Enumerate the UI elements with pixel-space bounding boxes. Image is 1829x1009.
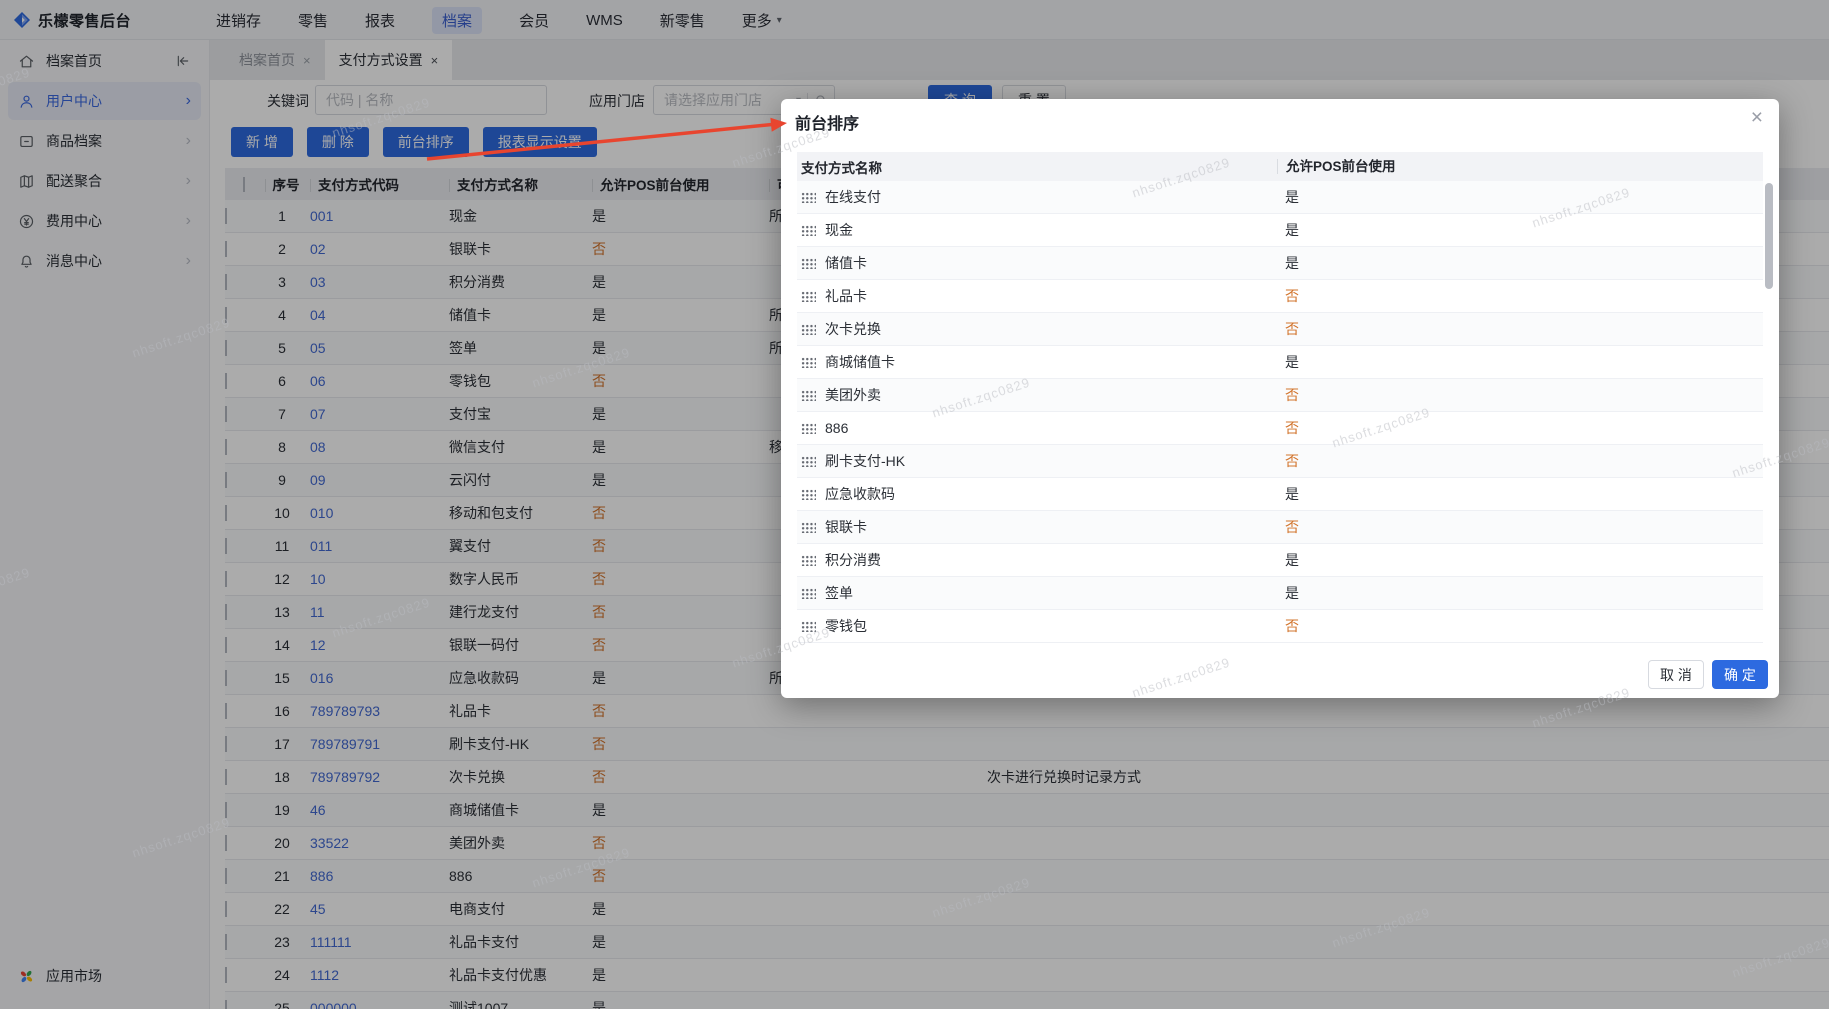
- sortable-row: 积分消费 是: [797, 544, 1763, 577]
- pos-allowed-value: 是: [1285, 222, 1299, 238]
- pos-allowed-value: 否: [1285, 387, 1299, 403]
- payment-name: 银联卡: [825, 519, 867, 535]
- payment-name: 886: [825, 420, 849, 436]
- confirm-button[interactable]: 确 定: [1712, 660, 1768, 689]
- sortable-row: 现金 是: [797, 214, 1763, 247]
- pos-allowed-value: 否: [1285, 453, 1299, 469]
- sortable-row: 886 否: [797, 412, 1763, 445]
- drag-handle-icon[interactable]: [801, 191, 816, 203]
- sortable-row: 银联卡 否: [797, 511, 1763, 544]
- modal-table-header: 支付方式名称 允许POS前台使用: [797, 152, 1763, 181]
- payment-name: 签单: [825, 585, 853, 601]
- payment-name: 次卡兑换: [825, 321, 881, 337]
- pos-allowed-value: 是: [1285, 486, 1299, 502]
- pos-allowed-value: 否: [1285, 321, 1299, 337]
- drag-handle-icon[interactable]: [801, 290, 816, 302]
- pos-allowed-value: 是: [1285, 255, 1299, 271]
- drag-handle-icon[interactable]: [801, 488, 816, 500]
- sortable-row: 在线支付 是: [797, 181, 1763, 214]
- pos-allowed-value: 是: [1285, 552, 1299, 568]
- sortable-row: 商城储值卡 是: [797, 346, 1763, 379]
- front-sort-table: 支付方式名称 允许POS前台使用 在线支付 是 现金 是 储值卡 是 礼品卡 否: [797, 152, 1763, 643]
- drag-handle-icon[interactable]: [801, 587, 816, 599]
- payment-name: 美团外卖: [825, 387, 881, 403]
- drag-handle-icon[interactable]: [801, 554, 816, 566]
- payment-name: 储值卡: [825, 255, 867, 271]
- drag-handle-icon[interactable]: [801, 323, 816, 335]
- sortable-row: 刷卡支付-HK 否: [797, 445, 1763, 478]
- payment-name: 刷卡支付-HK: [825, 453, 906, 469]
- pos-allowed-value: 否: [1285, 288, 1299, 304]
- modal-title: 前台排序: [795, 116, 860, 133]
- payment-name: 在线支付: [825, 189, 881, 205]
- pos-allowed-value: 是: [1285, 189, 1299, 205]
- drag-handle-icon[interactable]: [801, 257, 816, 269]
- drag-handle-icon[interactable]: [801, 389, 816, 401]
- cancel-button[interactable]: 取 消: [1648, 660, 1704, 689]
- payment-name: 积分消费: [825, 552, 881, 568]
- drag-handle-icon[interactable]: [801, 356, 816, 368]
- sortable-row: 美团外卖 否: [797, 379, 1763, 412]
- front-sort-modal: 前台排序 × 支付方式名称 允许POS前台使用 在线支付 是 现金 是 储值卡 …: [781, 99, 1779, 698]
- drag-handle-icon[interactable]: [801, 422, 816, 434]
- sortable-row: 零钱包 否: [797, 610, 1763, 643]
- col-header: 支付方式名称: [801, 160, 882, 176]
- payment-name: 应急收款码: [825, 486, 895, 502]
- pos-allowed-value: 是: [1285, 585, 1299, 601]
- pos-allowed-value: 是: [1285, 354, 1299, 370]
- sortable-row: 次卡兑换 否: [797, 313, 1763, 346]
- close-icon[interactable]: ×: [1751, 107, 1763, 128]
- payment-name: 商城储值卡: [825, 354, 895, 370]
- payment-name: 礼品卡: [825, 288, 867, 304]
- drag-handle-icon[interactable]: [801, 455, 816, 467]
- pos-allowed-value: 否: [1285, 519, 1299, 535]
- app-root: 乐檬零售后台 进销存 零售 报表 档案 会员 WMS 新零售 更多 ▾ 档案首页 用户中心 › …: [0, 0, 1829, 1009]
- pos-allowed-value: 否: [1285, 618, 1299, 634]
- modal-scrollbar-thumb[interactable]: [1765, 183, 1773, 289]
- payment-name: 现金: [825, 222, 853, 238]
- sortable-row: 应急收款码 是: [797, 478, 1763, 511]
- sortable-row: 签单 是: [797, 577, 1763, 610]
- drag-handle-icon[interactable]: [801, 620, 816, 632]
- drag-handle-icon[interactable]: [801, 521, 816, 533]
- drag-handle-icon[interactable]: [801, 224, 816, 236]
- sortable-row: 储值卡 是: [797, 247, 1763, 280]
- sortable-row: 礼品卡 否: [797, 280, 1763, 313]
- col-header: 允许POS前台使用: [1277, 159, 1763, 174]
- payment-name: 零钱包: [825, 618, 867, 634]
- pos-allowed-value: 否: [1285, 420, 1299, 436]
